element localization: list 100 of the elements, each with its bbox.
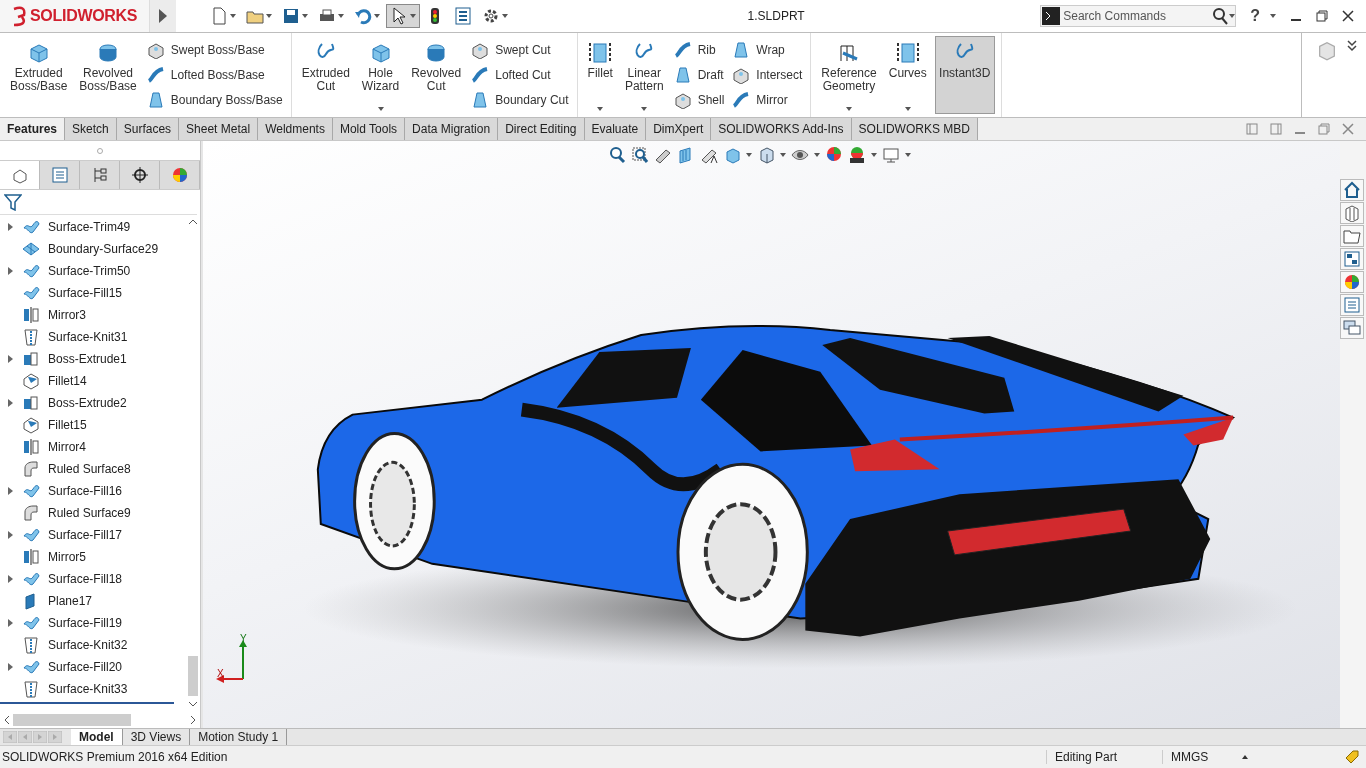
expand-arrow-icon[interactable] [7, 487, 13, 495]
tree-item[interactable]: Surface-Knit32 [0, 634, 186, 656]
ribbon-command-button[interactable]: Rib [671, 38, 727, 62]
tree-item[interactable]: Mirror4 [0, 436, 186, 458]
tree-item[interactable]: Surface-Trim49 [0, 216, 186, 238]
ribbon-command-button[interactable]: Revolved Boss/Base [75, 36, 141, 114]
ribbon-command-button[interactable]: Swept Cut [469, 38, 571, 62]
panel-tab[interactable] [120, 161, 160, 189]
ribbon-command-button[interactable]: Fillet [583, 36, 617, 114]
tree-item[interactable]: Boss-Extrude1 [0, 348, 186, 370]
tree-item[interactable]: Surface-Fill16 [0, 480, 186, 502]
tree-item[interactable]: Surface-Trim50 [0, 260, 186, 282]
scrollbar-thumb[interactable] [188, 656, 198, 696]
edit-appearance-icon[interactable] [825, 146, 843, 164]
ribbon-command-button[interactable]: Boundary Cut [469, 88, 571, 112]
task-pane-button[interactable] [1340, 271, 1364, 293]
tile-right-icon[interactable] [1270, 123, 1282, 135]
tree-item[interactable]: Boss-Extrude2 [0, 392, 186, 414]
ribbon-tab[interactable]: Mold Tools [332, 118, 406, 140]
ribbon-tab[interactable]: Weldments [258, 118, 333, 140]
caret-icon[interactable] [641, 107, 648, 111]
view-tab[interactable]: Model [71, 729, 123, 745]
scroll-down-icon[interactable] [189, 702, 197, 707]
ribbon-command-button[interactable]: Boundary Boss/Base [144, 88, 285, 112]
ribbon-command-button[interactable]: Shell [671, 88, 727, 112]
ribbon-tab[interactable]: Surfaces [116, 118, 180, 140]
tile-left-icon[interactable] [1246, 123, 1258, 135]
tree-item[interactable]: Fillet14 [0, 370, 186, 392]
ribbon-command-button[interactable]: Lofted Cut [469, 63, 571, 87]
tree-item[interactable]: Plane17 [0, 590, 186, 612]
tree-item[interactable]: Surface-Fill17 [0, 524, 186, 546]
expand-arrow-icon[interactable] [158, 9, 168, 23]
search-box[interactable]: Search Commands [1040, 5, 1237, 27]
ribbon-command-button[interactable]: Intersect [730, 63, 805, 87]
tree-item[interactable]: Mirror3 [0, 304, 186, 326]
tree-item[interactable]: Surface-Knit31 [0, 326, 186, 348]
close-icon[interactable] [1342, 10, 1354, 22]
tree-item[interactable]: Mirror5 [0, 546, 186, 568]
task-pane-button[interactable] [1340, 179, 1364, 201]
ribbon-command-button[interactable]: Curves [884, 36, 931, 114]
tree-item[interactable]: Surface-Fill15 [0, 282, 186, 304]
ribbon-tab[interactable]: Direct Editing [498, 118, 585, 140]
ribbon-tab[interactable]: Evaluate [584, 118, 647, 140]
chevron-down-icon[interactable] [1346, 39, 1358, 53]
task-pane-button[interactable] [1340, 317, 1364, 339]
monitor-icon[interactable] [882, 146, 900, 164]
task-pane-button[interactable] [1340, 225, 1364, 247]
ribbon-tab[interactable]: Data Migration [405, 118, 499, 140]
ribbon-command-button[interactable]: Draft [671, 63, 727, 87]
expand-arrow-icon[interactable] [7, 575, 13, 583]
caret-up-icon[interactable] [1242, 755, 1248, 759]
ribbon-command-button[interactable]: Extruded Cut [297, 36, 354, 114]
ribbon-tab[interactable]: SOLIDWORKS Add-Ins [711, 118, 852, 140]
search-field[interactable]: Search Commands [1061, 8, 1212, 24]
ribbon-command-button[interactable]: Instant3D [934, 36, 995, 114]
tree-item[interactable]: Ruled Surface8 [0, 458, 186, 480]
ribbon-tab[interactable]: Sheet Metal [179, 118, 259, 140]
ribbon-command-button[interactable]: Lofted Boss/Base [144, 63, 285, 87]
scroll-up-icon[interactable] [189, 219, 197, 224]
expand-arrow-icon[interactable] [7, 663, 13, 671]
scroll-left-icon[interactable] [4, 715, 9, 724]
view-orientation-icon[interactable] [723, 146, 741, 164]
ribbon-command-button[interactable]: Reference Geometry [817, 36, 881, 114]
toolbar-button[interactable] [386, 4, 420, 28]
ribbon-tab[interactable]: SOLIDWORKS MBD [851, 118, 978, 140]
expand-arrow-icon[interactable] [7, 267, 13, 275]
tree-item[interactable]: Surface-Fill19 [0, 612, 186, 634]
zoom-fit-icon[interactable] [608, 146, 626, 164]
help-button[interactable]: ? [1250, 7, 1260, 25]
ribbon-command-button[interactable]: Linear Pattern [620, 36, 668, 114]
display-style-icon[interactable] [757, 146, 775, 164]
task-pane-button[interactable] [1340, 202, 1364, 224]
tree-item[interactable]: Surface-Knit33 [0, 678, 186, 700]
ribbon-command-button[interactable]: Wrap [730, 38, 805, 62]
tree-item[interactable]: Surface-Fill20 [0, 656, 186, 678]
ribbon-command-button[interactable]: Revolved Cut [407, 36, 466, 114]
zoom-area-icon[interactable] [631, 146, 649, 164]
scrollbar-thumb[interactable] [13, 713, 131, 726]
tree-item[interactable]: Boundary-Surface29 [0, 238, 186, 260]
caret-icon[interactable] [846, 107, 853, 111]
expand-arrow-icon[interactable] [7, 531, 13, 539]
tree-item[interactable]: Surface-Fill18 [0, 568, 186, 590]
ribbon-tab[interactable]: Sketch [65, 118, 117, 140]
expand-arrow-icon[interactable] [7, 355, 13, 363]
ribbon-command-button[interactable]: Hole Wizard [357, 36, 404, 114]
expand-arrow-icon[interactable] [7, 223, 13, 231]
task-pane-button[interactable] [1340, 248, 1364, 270]
restore-icon[interactable] [1316, 10, 1328, 22]
tree-item[interactable]: Fillet15 [0, 414, 186, 436]
ribbon-command-button[interactable]: Mirror [730, 88, 805, 112]
scene-icon[interactable] [848, 146, 866, 164]
caret-icon[interactable] [377, 107, 384, 111]
ribbon-command-button[interactable]: Swept Boss/Base [144, 38, 285, 62]
caret-icon[interactable] [904, 107, 911, 111]
expand-arrow-icon[interactable] [7, 399, 13, 407]
filter-icon[interactable] [4, 193, 22, 211]
tree-item[interactable]: Ruled Surface9 [0, 502, 186, 524]
scroll-right-icon[interactable] [191, 715, 196, 724]
caret-icon[interactable] [597, 107, 604, 111]
ribbon-tab[interactable]: DimXpert [646, 118, 712, 140]
